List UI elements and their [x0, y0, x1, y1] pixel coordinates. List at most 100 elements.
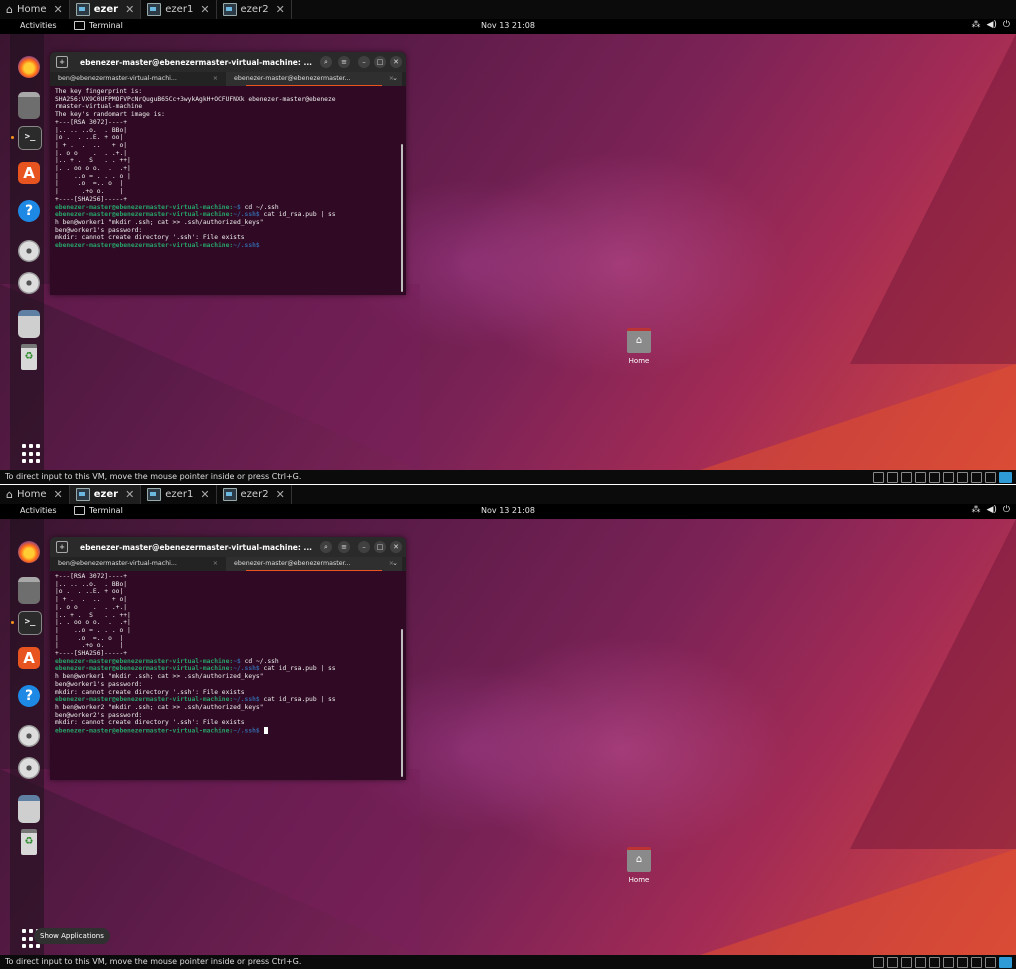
app-center-icon[interactable]: A	[18, 647, 40, 669]
menu-icon[interactable]: ≡	[338, 56, 350, 68]
usb-icon[interactable]	[943, 957, 954, 968]
sound-icon[interactable]	[957, 472, 968, 483]
terminal-tab-1[interactable]: ben@ebenezermaster-virtual-machi... ×	[50, 72, 226, 86]
terminal-window[interactable]: + ebenezer-master@ebenezermaster-virtual…	[50, 52, 406, 295]
vmware-tab-ezer1[interactable]: ezer1 ✕	[141, 0, 217, 19]
printer-icon[interactable]	[971, 472, 982, 483]
cd-icon[interactable]	[887, 957, 898, 968]
close-icon[interactable]: ✕	[125, 488, 134, 501]
close-icon[interactable]: ✕	[276, 3, 285, 16]
new-tab-icon[interactable]: +	[56, 56, 68, 68]
vmware-tab-ezer2[interactable]: ezer2 ✕	[217, 0, 292, 19]
help-icon[interactable]: ?	[18, 685, 40, 707]
close-icon[interactable]: ✕	[54, 3, 63, 16]
usb-icon[interactable]	[943, 472, 954, 483]
network-icon[interactable]	[929, 957, 940, 968]
close-icon[interactable]: ✕	[54, 488, 63, 501]
maximize-icon[interactable]: □	[374, 56, 386, 68]
display-icon[interactable]	[985, 472, 996, 483]
network-icon[interactable]	[929, 472, 940, 483]
firefox-icon[interactable]	[18, 56, 40, 78]
terminal-icon[interactable]: >_	[11, 611, 42, 635]
terminal-tab-2[interactable]: ebenezer-master@ebenezermaster... ×	[226, 557, 402, 571]
volume-icon: ◀)	[986, 505, 997, 515]
close-icon[interactable]: ✕	[125, 3, 134, 16]
vmware-tab-ezer2[interactable]: ezer2 ✕	[217, 485, 292, 504]
system-menu[interactable]: ⁂ ◀) ⏻	[971, 20, 1010, 30]
close-icon[interactable]: ×	[213, 75, 218, 82]
status-message: To direct input to this VM, move the mou…	[5, 472, 302, 481]
close-icon[interactable]: ✕	[276, 488, 285, 501]
cd-icon[interactable]	[887, 472, 898, 483]
vmware-tab-ezer[interactable]: ezer ✕	[69, 485, 142, 504]
vm-status-icon[interactable]	[999, 472, 1012, 483]
minimize-icon[interactable]: –	[358, 56, 370, 68]
terminal-icon[interactable]: >_	[11, 126, 42, 150]
sound-icon[interactable]	[957, 957, 968, 968]
floppy-icon[interactable]	[18, 795, 40, 823]
terminal-scrollbar[interactable]	[401, 629, 403, 777]
system-menu[interactable]: ⁂ ◀) ⏻	[971, 505, 1010, 515]
close-icon[interactable]: ✕	[200, 3, 209, 16]
files-icon[interactable]	[18, 577, 40, 604]
disc-icon[interactable]	[18, 757, 40, 779]
trash-icon[interactable]: ♻	[21, 829, 37, 855]
show-applications-icon[interactable]	[20, 442, 44, 466]
vmware-tab-ezer[interactable]: ezer ✕	[69, 0, 142, 19]
hdd-icon[interactable]	[873, 957, 884, 968]
volume-icon: ◀)	[986, 20, 997, 30]
search-icon[interactable]: ⌕	[320, 56, 332, 68]
terminal-line: | .o =.. o |	[55, 180, 124, 188]
cd-icon[interactable]	[901, 957, 912, 968]
close-icon[interactable]: ✕	[200, 488, 209, 501]
disc-icon[interactable]	[18, 272, 40, 294]
close-icon[interactable]: ✕	[390, 541, 402, 553]
terminal-output[interactable]: +---[RSA 3072]----+ |.. .. ..o. . BBo| |o …	[50, 571, 406, 780]
terminal-header-bar: + ebenezer-master@ebenezermaster-virtual…	[50, 52, 406, 72]
floppy-icon[interactable]	[915, 472, 926, 483]
device-icons	[873, 472, 1012, 483]
disc-icon[interactable]	[18, 240, 40, 262]
terminal-window[interactable]: + ebenezer-master@ebenezermaster-virtual…	[50, 537, 406, 780]
vm-status-icon[interactable]	[999, 957, 1012, 968]
maximize-icon[interactable]: □	[374, 541, 386, 553]
terminal-line: |o . . ..E. + oo|	[55, 588, 124, 596]
files-icon[interactable]	[18, 92, 40, 119]
close-icon[interactable]: ×	[213, 560, 218, 567]
app-center-icon[interactable]: A	[18, 162, 40, 184]
terminal-title: ebenezer-master@ebenezermaster-virtual-m…	[80, 58, 313, 67]
terminal-scrollbar[interactable]	[401, 144, 403, 292]
display-icon[interactable]	[985, 957, 996, 968]
terminal-line: |. . oo o o. . .+|	[55, 619, 131, 627]
disc-icon[interactable]	[18, 725, 40, 747]
help-icon[interactable]: ?	[18, 200, 40, 222]
trash-icon[interactable]: ♻	[21, 344, 37, 370]
search-icon[interactable]: ⌕	[320, 541, 332, 553]
terminal-tab-2[interactable]: ebenezer-master@ebenezermaster... ×	[226, 72, 402, 86]
hdd-icon[interactable]	[873, 472, 884, 483]
terminal-tab-1[interactable]: ben@ebenezermaster-virtual-machi... ×	[50, 557, 226, 571]
terminal-line: +----[SHA256]-----+	[55, 195, 128, 203]
vmware-tab-home[interactable]: ⌂ Home ✕	[0, 0, 70, 19]
desktop-home-folder[interactable]: ⌂ Home	[624, 847, 654, 884]
menu-icon[interactable]: ≡	[338, 541, 350, 553]
terminal-line: ben@worker1's password:	[55, 226, 143, 234]
printer-icon[interactable]	[971, 957, 982, 968]
desktop-home-folder[interactable]: ⌂ Home	[624, 328, 654, 365]
terminal-output[interactable]: The key fingerprint is: SHA256:VX9C0UFPMO…	[50, 86, 406, 295]
close-icon[interactable]: ✕	[390, 56, 402, 68]
cd-icon[interactable]	[901, 472, 912, 483]
firefox-icon[interactable]	[18, 541, 40, 563]
new-tab-icon[interactable]: +	[56, 541, 68, 553]
chevron-down-icon[interactable]: ⌄	[392, 74, 398, 82]
floppy-icon[interactable]	[915, 957, 926, 968]
vmware-tab-ezer1[interactable]: ezer1 ✕	[141, 485, 217, 504]
clock[interactable]: Nov 13 21:08	[0, 21, 1016, 30]
vmware-tab-home[interactable]: ⌂ Home ✕	[0, 485, 70, 504]
terminal-line: ebenezer-master@ebenezermaster-virtual-m…	[55, 242, 260, 250]
floppy-icon[interactable]	[18, 310, 40, 338]
clock[interactable]: Nov 13 21:08	[0, 506, 1016, 515]
chevron-down-icon[interactable]: ⌄	[392, 559, 398, 567]
home-icon: ⌂	[6, 3, 13, 16]
minimize-icon[interactable]: –	[358, 541, 370, 553]
